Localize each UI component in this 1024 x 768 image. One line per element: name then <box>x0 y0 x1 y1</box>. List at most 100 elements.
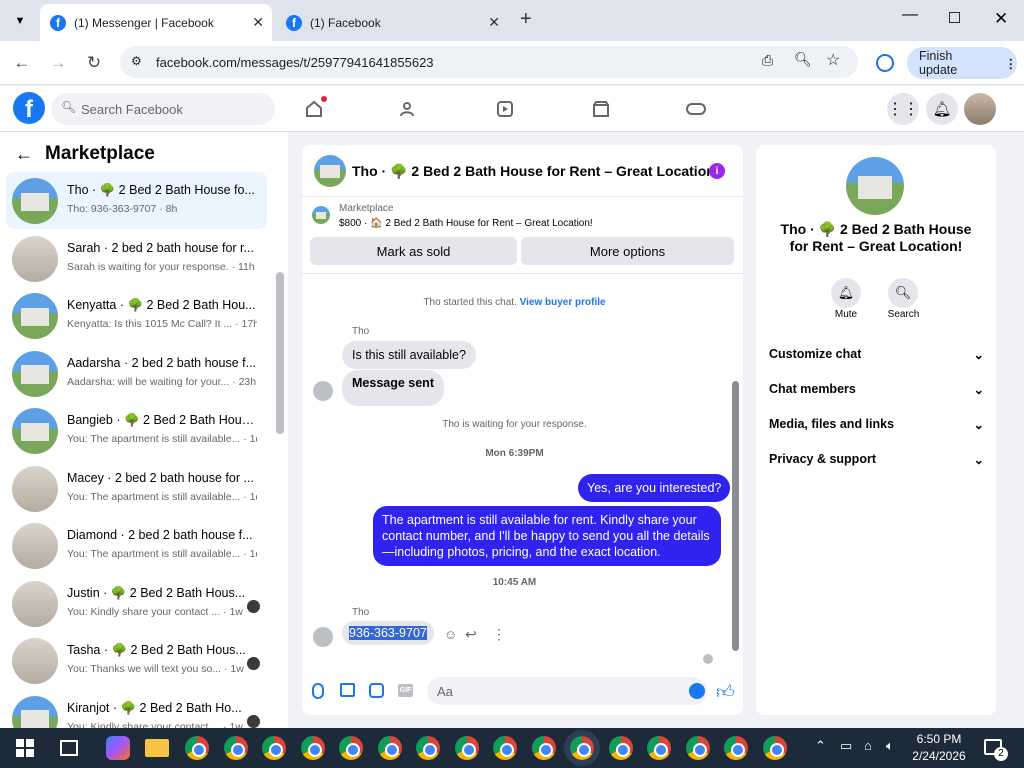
chrome-taskbar-icon[interactable] <box>647 736 671 760</box>
tab-messenger[interactable]: f (1) Messenger | Facebook ✕ <box>40 4 272 41</box>
conversation-item[interactable]: Tasha · 🌳 2 Bed 2 Bath Hous... You: Thank… <box>6 632 267 689</box>
address-bar[interactable]: ⚙ facebook.com/messages/t/25977941641855… <box>120 46 858 78</box>
section-media-files-links[interactable]: Media, files and links ⌄ <box>769 414 984 434</box>
copilot-icon[interactable] <box>106 736 130 760</box>
chrome-taskbar-icon[interactable] <box>454 736 479 760</box>
conversation-item[interactable]: Justin · 🌳 2 Bed 2 Bath Hous... You: Kind… <box>6 575 267 632</box>
conversation-item[interactable]: Macey · 2 bed 2 bath house for ... You: T… <box>6 460 267 517</box>
home-icon[interactable] <box>301 96 327 122</box>
message-bubble-incoming[interactable]: Is this still available? <box>342 341 476 369</box>
section-chat-members[interactable]: Chat members ⌄ <box>769 379 984 399</box>
chrome-taskbar-icon[interactable] <box>564 730 600 766</box>
wifi-icon[interactable]: ⌂ <box>864 738 872 753</box>
task-view-icon[interactable] <box>60 740 78 756</box>
chrome-taskbar-icon[interactable] <box>724 736 748 760</box>
chrome-taskbar-icon[interactable] <box>223 736 248 760</box>
chevron-up-icon[interactable]: ⌃ <box>815 738 826 754</box>
friends-icon[interactable] <box>396 96 422 122</box>
listing-photo[interactable] <box>846 157 904 215</box>
conversation-item[interactable]: Diamond · 2 bed 2 bath house f... You: Th… <box>6 517 267 574</box>
close-icon[interactable]: ✕ <box>488 14 500 31</box>
section-customize-chat[interactable]: Customize chat ⌄ <box>769 344 984 364</box>
gif-icon[interactable]: GIF <box>398 684 413 697</box>
watch-icon[interactable] <box>492 96 518 122</box>
more-options-button[interactable]: More options <box>521 237 734 265</box>
search-button[interactable]: 🔍︎ <box>888 278 918 308</box>
windows-start-icon[interactable] <box>13 736 37 760</box>
phone-number-text[interactable]: 936-363-9707 <box>349 626 427 640</box>
gaming-icon[interactable] <box>683 96 709 122</box>
mute-button[interactable]: 🔔︎ <box>831 278 861 308</box>
message-bubble-outgoing[interactable]: The apartment is still available for ren… <box>373 506 721 566</box>
message-input[interactable]: Aa <box>427 677 707 705</box>
profile-icon[interactable] <box>876 54 894 72</box>
zoom-icon[interactable]: 🔍︎ <box>794 51 812 68</box>
listing-avatar[interactable] <box>314 155 346 187</box>
sender-avatar[interactable] <box>313 381 333 401</box>
minimize-button[interactable]: — <box>902 6 918 24</box>
chrome-taskbar-icon[interactable] <box>185 736 209 760</box>
facebook-search-input[interactable]: 🔍︎ Search Facebook <box>51 93 275 125</box>
message-bubble-phone[interactable]: 936-363-9707 <box>342 621 434 645</box>
chrome-taskbar-icon[interactable] <box>262 736 286 760</box>
new-tab-button[interactable]: + <box>520 8 532 31</box>
account-avatar[interactable] <box>964 93 996 125</box>
info-icon[interactable]: i <box>709 163 725 179</box>
forward-button[interactable]: → <box>46 51 70 75</box>
scrollbar[interactable] <box>276 272 284 434</box>
close-icon[interactable]: ✕ <box>252 14 264 31</box>
conversation-item[interactable]: Aadarsha · 2 bed 2 bath house f... Aadars… <box>6 345 267 402</box>
message-bubble-outgoing[interactable]: Yes, are you interested? <box>578 474 731 502</box>
volume-icon[interactable]: 🔈︎ <box>886 738 894 754</box>
chat-scrollbar[interactable] <box>732 381 739 651</box>
facebook-logo-icon[interactable]: f <box>13 92 45 124</box>
chrome-taskbar-icon[interactable] <box>493 736 517 760</box>
back-button[interactable]: ← <box>10 51 34 75</box>
tab-search-button[interactable]: ▼ <box>8 9 32 33</box>
mark-as-sold-button[interactable]: Mark as sold <box>310 237 517 265</box>
conversation-item[interactable]: Kenyatta · 🌳 2 Bed 2 Bath Hou... Kenyatta… <box>6 287 267 344</box>
site-info-icon[interactable]: ⚙ <box>131 54 142 68</box>
menu-grid-icon[interactable]: ⋮⋮ <box>887 93 919 125</box>
chrome-taskbar-icon[interactable] <box>608 736 633 760</box>
chrome-taskbar-icon[interactable] <box>685 736 710 760</box>
photo-icon[interactable] <box>340 683 355 697</box>
chrome-taskbar-icon[interactable] <box>377 736 402 760</box>
chrome-taskbar-icon[interactable] <box>339 736 363 760</box>
chrome-taskbar-icon[interactable] <box>762 736 787 760</box>
sticker-icon[interactable] <box>369 683 384 698</box>
message-bubble-incoming[interactable]: Message sent <box>342 370 444 406</box>
conversation-item[interactable]: Bangieb · 🌳 2 Bed 2 Bath Hous... You: The… <box>6 402 267 459</box>
reply-icon[interactable]: ↩ <box>465 626 477 643</box>
reload-button[interactable]: ↻ <box>82 51 106 75</box>
back-arrow-icon[interactable]: ← <box>15 144 33 165</box>
network-icon[interactable]: ▭ <box>840 738 852 754</box>
react-emoji-icon[interactable]: ☺ <box>444 627 457 642</box>
conversation-item[interactable]: Sarah · 2 bed 2 bath house for r... Sarah… <box>6 230 267 287</box>
listing-thumbnail[interactable] <box>312 206 330 224</box>
like-thumb-icon[interactable]: 👍︎ <box>716 681 735 703</box>
chrome-taskbar-icon[interactable] <box>416 736 440 760</box>
marketplace-icon[interactable] <box>588 96 614 122</box>
close-window-button[interactable]: ✕ <box>994 9 1008 29</box>
install-app-icon[interactable]: ⎙ <box>762 52 773 69</box>
bookmark-star-icon[interactable]: ☆ <box>826 50 840 70</box>
conversation-item[interactable]: Tho · 🌳 2 Bed 2 Bath House fo... Tho: 936… <box>6 172 267 229</box>
section-privacy-support[interactable]: Privacy & support ⌄ <box>769 449 984 469</box>
tab-facebook[interactable]: f (1) Facebook ✕ <box>276 4 508 41</box>
clock[interactable]: 6:50 PM 2/24/2026 <box>910 731 968 765</box>
notifications-bell-icon[interactable]: 🔔︎ <box>926 93 958 125</box>
chat-title[interactable]: Tho · 🌳 2 Bed 2 Bath House for Rent – Gr… <box>352 163 719 180</box>
view-buyer-profile-link[interactable]: View buyer profile <box>520 297 606 308</box>
chrome-taskbar-icon[interactable] <box>300 736 325 760</box>
mic-icon[interactable] <box>312 683 324 699</box>
sender-avatar[interactable] <box>313 627 333 647</box>
listing-detail[interactable]: $800 · 🏠 2 Bed 2 Bath House for Rent – G… <box>339 218 593 229</box>
file-explorer-icon[interactable] <box>145 739 169 757</box>
chrome-taskbar-icon[interactable] <box>531 736 556 760</box>
emoji-icon[interactable] <box>689 683 705 699</box>
more-icon[interactable]: ⋮ <box>492 626 506 643</box>
finish-update-button[interactable]: Finish update ⋮ <box>907 47 1017 79</box>
conversation-item[interactable]: Kiranjot · 🌳 2 Bed 2 Bath Ho... You: Kind… <box>6 690 267 728</box>
restore-button[interactable] <box>949 12 960 23</box>
